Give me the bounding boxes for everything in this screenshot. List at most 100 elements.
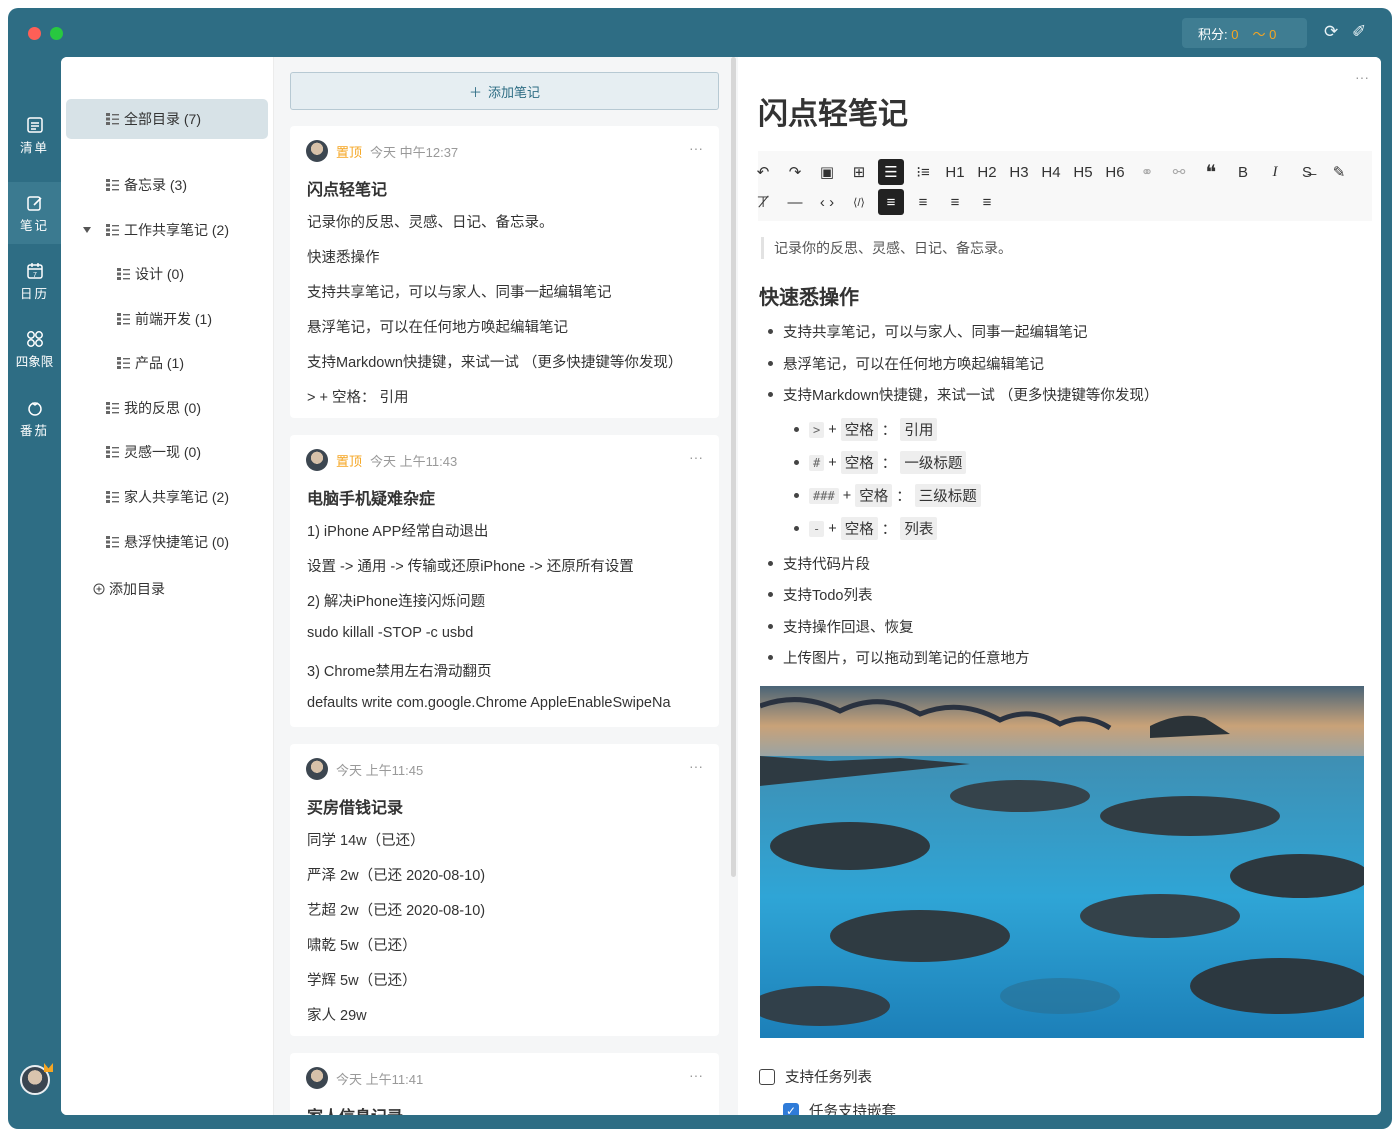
sub-list-item[interactable]: # + 空格 ： 一级标题 <box>794 451 967 474</box>
highlight-icon[interactable]: ✎ <box>1326 159 1352 185</box>
list-item[interactable]: 悬浮笔记，可以在任何地方唤起编辑笔记 <box>768 353 1044 374</box>
avatar <box>306 758 328 780</box>
align-left-icon[interactable]: ≡ <box>878 189 904 215</box>
coastal-bridge-photo <box>760 686 1364 1038</box>
list-item[interactable]: 支持代码片段 <box>768 553 870 574</box>
dir-item[interactable]: 我的反思 (0) <box>106 388 201 428</box>
blockquote[interactable]: 记录你的反思、灵感、日记、备忘录。 <box>761 237 1012 259</box>
note-line: 设置 -> 通用 -> 传输或还原iPhone -> 还原所有设置 <box>307 559 634 575</box>
dir-item[interactable]: 工作共享笔记 (2) <box>106 210 229 250</box>
dir-item[interactable]: 灵感一现 (0) <box>106 432 201 472</box>
strikethrough-button[interactable]: S̶ <box>1294 159 1320 185</box>
list-item-text: 支持Markdown快捷键，来试一试 （更多快捷键等你发现） <box>783 388 1159 404</box>
caret-down-icon[interactable] <box>83 227 91 233</box>
space-key: 空格 <box>855 484 893 507</box>
more-icon[interactable]: ··· <box>689 1067 703 1083</box>
add-note-button[interactable]: ＋ 添加笔记 <box>290 72 719 110</box>
ordered-list-icon[interactable]: ⁝≡ <box>910 159 936 185</box>
h5-button[interactable]: H5 <box>1070 159 1096 185</box>
task-item[interactable]: ✓ 任务支持嵌套 <box>783 1100 896 1115</box>
align-center-icon[interactable]: ≡ <box>910 189 936 215</box>
list-item[interactable]: 支持共享笔记，可以与家人、同事一起编辑笔记 <box>768 321 1088 342</box>
folder-list-icon <box>106 446 119 458</box>
quote-icon[interactable]: ❝ <box>1198 159 1224 185</box>
dir-label: 前端开发 (1) <box>135 311 212 327</box>
add-directory-button[interactable]: 添加目录 <box>93 579 165 599</box>
user-avatar[interactable] <box>20 1065 50 1095</box>
dir-all[interactable]: 全部目录 (7) <box>66 99 268 139</box>
redo-icon[interactable]: ↷ <box>782 159 808 185</box>
folder-list-icon <box>106 113 119 125</box>
h2-button[interactable]: H2 <box>974 159 1000 185</box>
quadrant-icon <box>26 331 43 347</box>
h6-button[interactable]: H6 <box>1102 159 1128 185</box>
task-checkbox-checked[interactable]: ✓ <box>783 1102 799 1115</box>
list-item[interactable]: 支持操作回退、恢复 <box>768 616 914 637</box>
bold-button[interactable]: B <box>1230 159 1256 185</box>
section-heading[interactable]: 快速悉操作 <box>759 281 859 310</box>
embedded-photo[interactable] <box>760 686 1364 1038</box>
bullet-list-icon[interactable]: ☰ <box>878 159 904 185</box>
note-card[interactable]: 今天 上午11:41 ··· 家人信息记录 <box>290 1053 719 1115</box>
rail-item-calendar[interactable]: 7 日历 <box>8 262 61 324</box>
clear-format-icon[interactable]: ⊤̸ <box>750 189 776 215</box>
rail-item-tomato[interactable]: 番茄 <box>8 399 61 461</box>
more-icon[interactable]: ··· <box>689 758 703 774</box>
editor-title[interactable]: 闪点轻笔记 <box>758 89 908 133</box>
todo-icon[interactable]: ⊞ <box>846 159 872 185</box>
dir-label: 设计 (0) <box>135 266 184 282</box>
dir-label: 我的反思 (0) <box>124 400 201 416</box>
score-badge[interactable]: 积分: 0 〜 0 <box>1182 18 1307 48</box>
dir-item[interactable]: 悬浮快捷笔记 (0) <box>106 522 229 562</box>
sub-list-item[interactable]: - + 空格 ： 列表 <box>794 517 938 540</box>
maximize-window-button[interactable] <box>50 27 63 40</box>
h1-button[interactable]: H1 <box>942 159 968 185</box>
link-icon[interactable]: ⚭ <box>1134 159 1160 185</box>
rail-item-notes[interactable]: 笔记 <box>8 182 61 244</box>
notes-scrollbar[interactable] <box>731 57 736 877</box>
h4-button[interactable]: H4 <box>1038 159 1064 185</box>
divider-icon[interactable]: — <box>782 189 808 215</box>
rail-item-list[interactable]: 清单 <box>8 116 61 178</box>
image-icon[interactable]: ▣ <box>814 159 840 185</box>
note-card[interactable]: 置顶 今天 中午12:37 ··· 闪点轻笔记 记录你的反思、灵感、日记、备忘录。… <box>290 126 719 418</box>
note-card[interactable]: 置顶 今天 上午11:43 ··· 电脑手机疑难杂症 1) iPhone APP经… <box>290 435 719 727</box>
align-right-icon[interactable]: ≡ <box>942 189 968 215</box>
dir-item[interactable]: 设计 (0) <box>117 254 184 294</box>
sub-list-item[interactable]: ### + 空格 ： 三级标题 <box>794 484 981 507</box>
list-item[interactable]: 支持Markdown快捷键，来试一试 （更多快捷键等你发现） <box>768 384 1158 405</box>
task-item[interactable]: 支持任务列表 <box>759 1066 872 1087</box>
list-item[interactable]: 支持Todo列表 <box>768 584 872 605</box>
dir-item[interactable]: 家人共享笔记 (2) <box>106 477 229 517</box>
note-card[interactable]: 今天 上午11:45 ··· 买房借钱记录 同学 14w（已还） 严泽 2w（已… <box>290 744 719 1036</box>
more-icon[interactable]: ··· <box>689 140 703 156</box>
splitter[interactable] <box>274 57 290 1115</box>
pin-icon[interactable]: ✐ <box>1352 22 1366 42</box>
dir-item[interactable]: 备忘录 (3) <box>106 165 187 205</box>
note-line: 学辉 5w（已还） <box>307 973 417 989</box>
task-checkbox[interactable] <box>759 1068 775 1085</box>
italic-button[interactable]: I <box>1262 159 1288 185</box>
sub-list-item[interactable]: > + 空格 ： 引用 <box>794 418 938 441</box>
list-item[interactable]: 上传图片，可以拖动到笔记的任意地方 <box>768 647 1030 668</box>
undo-icon[interactable]: ↶ <box>750 159 776 185</box>
note-time: 今天 上午11:41 <box>336 1071 424 1087</box>
align-justify-icon[interactable]: ≡ <box>974 189 1000 215</box>
rail-item-quadrant[interactable]: 四象限 <box>8 330 61 392</box>
more-icon[interactable]: ··· <box>689 449 703 465</box>
more-icon[interactable]: ··· <box>1355 69 1369 85</box>
pinned-badge: 置顶 <box>336 453 363 469</box>
code-block-icon[interactable]: ⟨/⟩ <box>846 189 872 215</box>
add-directory-label: 添加目录 <box>109 581 165 597</box>
unlink-icon[interactable]: ⚯ <box>1166 159 1192 185</box>
close-window-button[interactable] <box>28 27 41 40</box>
dir-label: 产品 (1) <box>135 355 184 371</box>
dir-item[interactable]: 前端开发 (1) <box>117 299 212 339</box>
inline-code-icon[interactable]: ‹ › <box>814 189 840 215</box>
h3-button[interactable]: H3 <box>1006 159 1032 185</box>
sync-icon[interactable]: ⟳ <box>1324 22 1338 42</box>
dir-label: 悬浮快捷笔记 (0) <box>124 534 229 550</box>
app-window: 积分: 0 〜 0 ⟳ ✐ 清单 笔记 7 日历 四象限 番茄 全部目录 (7)… <box>8 8 1392 1129</box>
dir-item[interactable]: 产品 (1) <box>117 343 184 383</box>
plus-icon: ＋ <box>468 84 482 100</box>
